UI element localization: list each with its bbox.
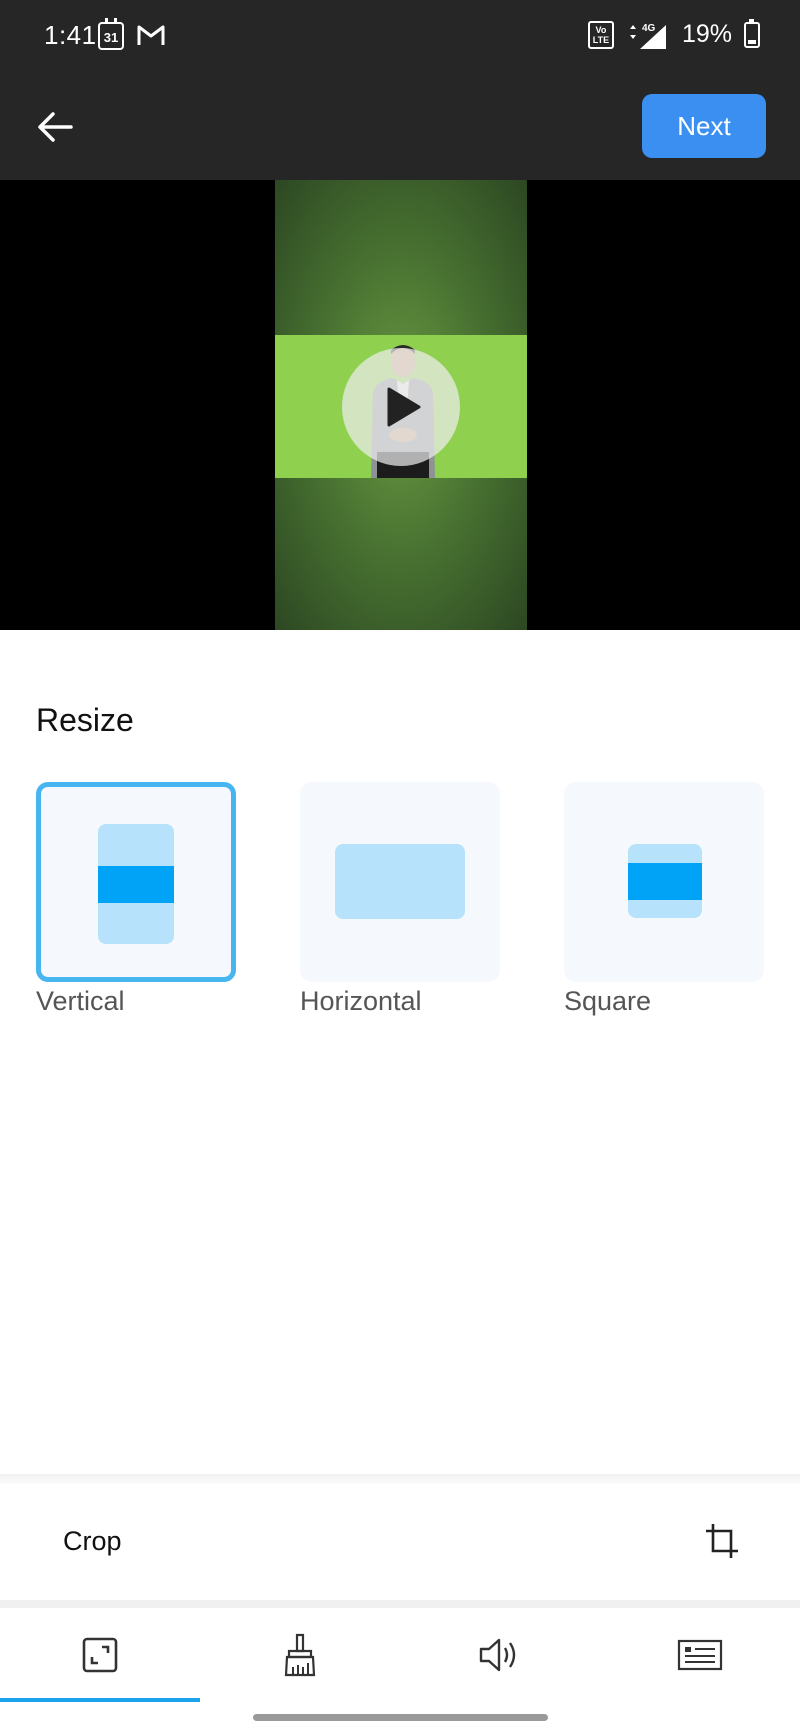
brush-icon (284, 1633, 316, 1677)
crop-row[interactable]: Crop (0, 1484, 800, 1600)
resize-option-label: Horizontal (300, 986, 422, 1016)
tab-brush[interactable] (200, 1608, 400, 1702)
square-shape-icon (628, 844, 702, 918)
vertical-shape-icon (98, 824, 174, 944)
status-time: 1:41 (44, 20, 97, 50)
caption-icon (677, 1639, 723, 1671)
bottom-tab-bar (0, 1608, 800, 1702)
divider (0, 1600, 800, 1608)
status-right-group: Vo LTE 4G 19% (587, 18, 760, 49)
video-frame[interactable] (275, 180, 527, 630)
battery-icon (744, 18, 760, 48)
arrow-left-icon (38, 112, 73, 142)
svg-text:4G: 4G (642, 23, 656, 34)
resize-option-vertical[interactable] (36, 782, 236, 982)
play-icon (387, 387, 421, 427)
tab-resize[interactable] (0, 1608, 200, 1702)
status-bar: 1:41 31 Vo LTE 4G 19% (0, 0, 800, 72)
tab-captions[interactable] (600, 1608, 800, 1702)
calendar-icon: 31 (98, 18, 124, 50)
divider (0, 1474, 800, 1484)
gmail-icon (136, 22, 166, 53)
crop-icon[interactable] (704, 1522, 740, 1560)
tab-audio[interactable] (400, 1608, 600, 1702)
resize-title: Resize (36, 702, 134, 738)
resize-option-horizontal[interactable] (300, 782, 500, 982)
resize-option-label: Square (564, 986, 652, 1016)
play-button[interactable] (342, 348, 460, 466)
next-button[interactable]: Next (642, 94, 766, 158)
resize-icon (82, 1637, 118, 1673)
gesture-bar (0, 1702, 800, 1733)
crop-label: Crop (63, 1526, 122, 1556)
signal-icon: 4G (626, 21, 670, 49)
resize-option-label: Vertical (36, 986, 125, 1016)
video-preview (0, 180, 800, 630)
back-button[interactable] (32, 104, 78, 150)
resize-option-square[interactable] (564, 782, 764, 982)
app-bar: Next (0, 72, 800, 180)
speaker-icon (479, 1638, 516, 1672)
horizontal-shape-icon (335, 844, 465, 919)
battery-percent: 19% (681, 20, 732, 48)
volte-icon: Vo LTE (587, 20, 614, 49)
home-gesture-handle[interactable] (253, 1714, 548, 1721)
